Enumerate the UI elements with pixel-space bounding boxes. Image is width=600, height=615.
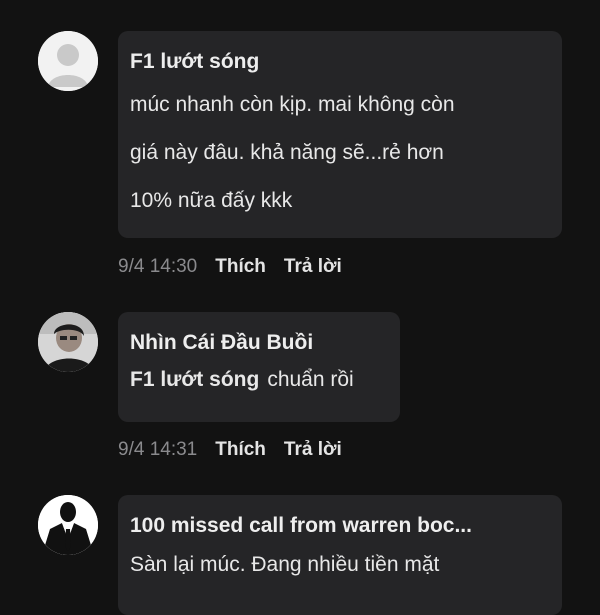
comment-bubble[interactable]: 100 missed call from warren boc... Sàn l… <box>118 495 562 615</box>
comment-text: múc nhanh còn kịp. mai không còn giá này… <box>130 81 550 225</box>
comment-actions: 9/4 14:31 Thích Trả lời <box>118 439 342 461</box>
comment-timestamp: 9/4 14:31 <box>118 439 198 460</box>
comment-body: chuẩn rồi <box>267 368 354 391</box>
comment-actions: 9/4 14:30 Thích Trả lời <box>118 256 342 278</box>
like-button[interactable]: Thích <box>215 256 266 278</box>
comment-text: F1 lướt sóng chuẩn rồi <box>130 360 388 400</box>
reply-button[interactable]: Trả lời <box>284 256 342 278</box>
user-avatar-icon[interactable] <box>38 495 98 555</box>
comment-author[interactable]: F1 lướt sóng <box>130 47 550 77</box>
comment-line: múc nhanh còn kịp. mai không còn <box>130 93 455 116</box>
comment-text: Sàn lại múc. Đang nhiều tiền mặt <box>130 553 440 576</box>
like-button[interactable]: Thích <box>215 439 266 461</box>
comment-bubble[interactable]: F1 lướt sóng múc nhanh còn kịp. mai khôn… <box>118 31 562 238</box>
user-avatar-icon[interactable] <box>38 312 98 372</box>
comment-timestamp: 9/4 14:30 <box>118 256 198 277</box>
comment-bubble[interactable]: Nhìn Cái Đầu Buồi F1 lướt sóng chuẩn rồi <box>118 312 400 422</box>
reply-button[interactable]: Trả lời <box>284 439 342 461</box>
comment-author[interactable]: Nhìn Cái Đầu Buồi <box>130 328 388 358</box>
user-avatar-icon[interactable] <box>38 31 98 91</box>
comment-line: giá này đâu. khả năng sẽ...rẻ hơn <box>130 141 444 164</box>
comment-author[interactable]: 100 missed call from warren boc... <box>130 511 550 541</box>
comment-line: 10% nữa đấy kkk <box>130 189 293 212</box>
mention-link[interactable]: F1 lướt sóng <box>130 368 259 391</box>
